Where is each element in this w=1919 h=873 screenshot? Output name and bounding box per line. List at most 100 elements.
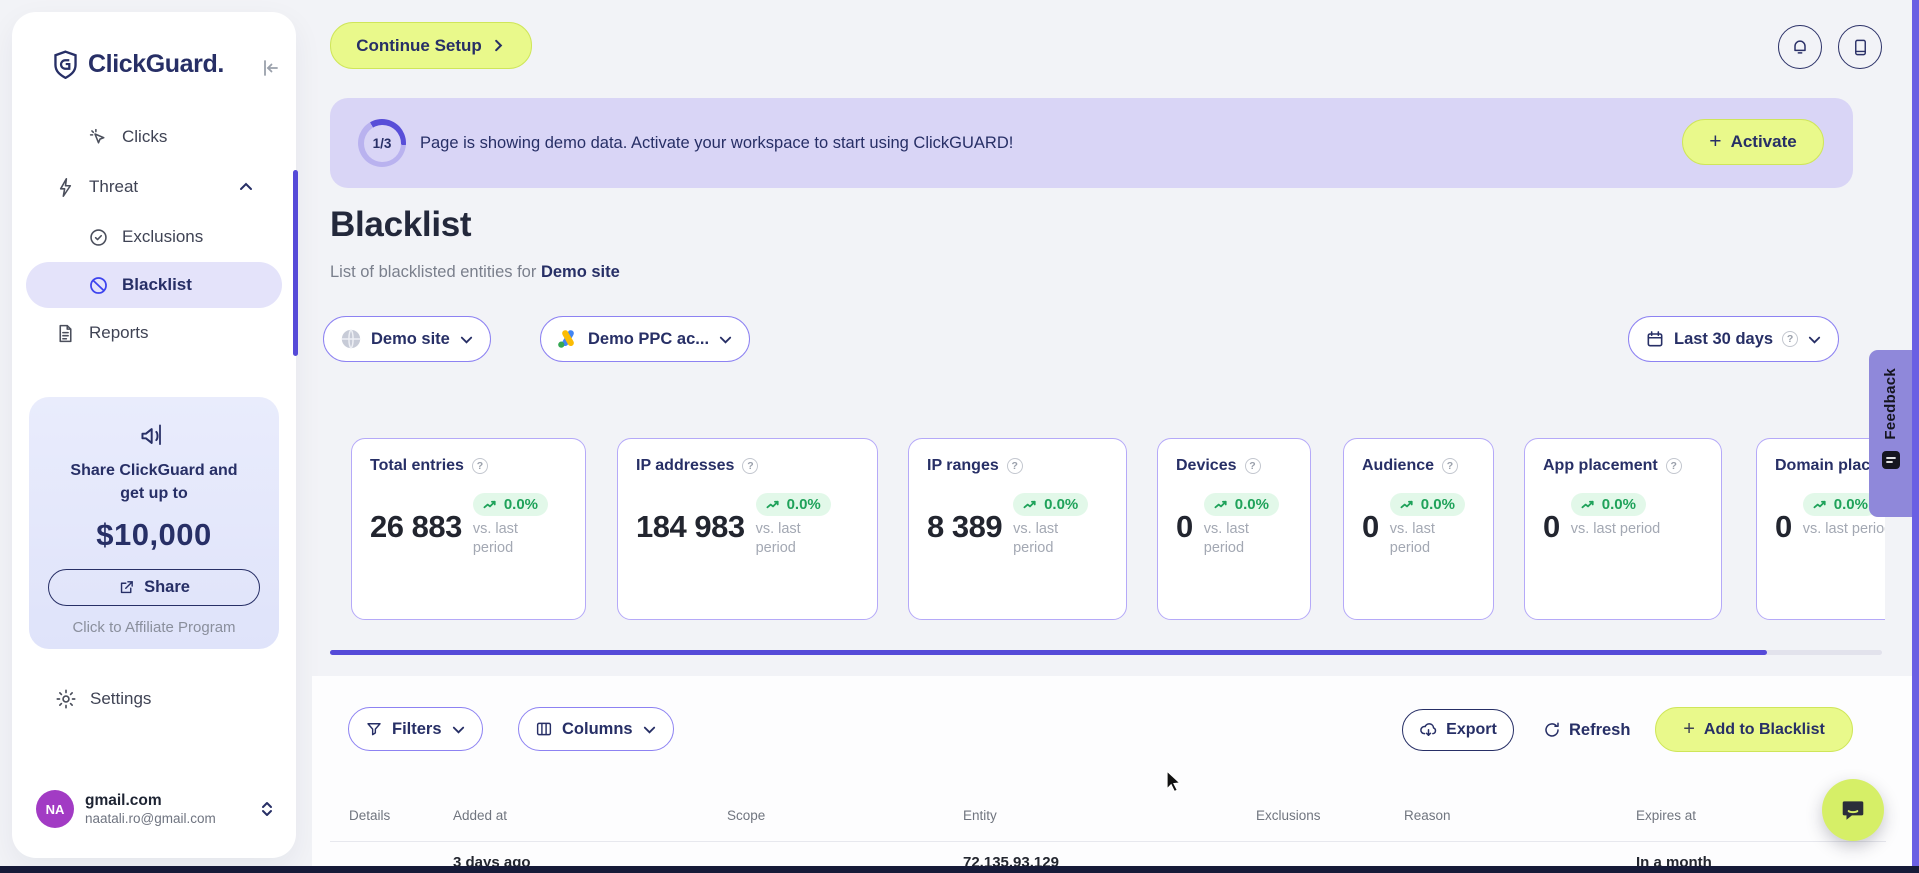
stat-label: IP ranges [927, 457, 999, 474]
sidebar-item-clicks[interactable]: Clicks [12, 112, 296, 162]
stat-label: App placement [1543, 457, 1658, 474]
stat-vs-label: vs. last period [1389, 521, 1435, 556]
col-scope[interactable]: Scope [727, 808, 963, 823]
stat-vs-label: vs. last period [755, 521, 801, 556]
chevron-down-icon [451, 722, 466, 737]
sidebar-item-blacklist[interactable]: Blacklist [26, 262, 282, 308]
promo-amount: $10,000 [96, 517, 212, 553]
stat-value: 26 883 [370, 509, 462, 544]
plus-icon: + [1709, 130, 1722, 153]
filters-label: Filters [392, 719, 442, 738]
help-icon[interactable]: ? [1665, 458, 1682, 474]
stat-value: 0 [1362, 509, 1379, 544]
date-range-selector[interactable]: Last 30 days ? [1628, 316, 1840, 362]
share-button[interactable]: Share [48, 569, 260, 607]
stat-card-audience: Audience ? 0 0.0% vs. last period [1343, 438, 1494, 620]
cursor-click-icon [88, 127, 109, 148]
sidebar-item-reports[interactable]: Reports [12, 308, 296, 358]
stat-card-ip-ranges: IP ranges ? 8 389 0.0% vs. last period [908, 438, 1127, 620]
help-icon[interactable]: ? [742, 458, 759, 474]
ban-icon [88, 275, 109, 296]
trending-up-icon [1023, 500, 1036, 508]
sidebar-collapse-icon[interactable] [258, 56, 284, 82]
badge-check-icon [88, 227, 109, 248]
sidebar-scrollbar[interactable] [293, 170, 298, 356]
sidebar-item-threat[interactable]: Threat [12, 162, 296, 212]
site-selector[interactable]: Demo site [323, 316, 491, 362]
stat-label: Devices [1176, 457, 1237, 474]
col-details[interactable]: Details [349, 808, 453, 823]
page-subtitle: List of blacklisted entities for Demo si… [330, 263, 620, 281]
col-exclusions[interactable]: Exclusions [1256, 808, 1404, 823]
trending-up-icon [483, 500, 496, 508]
sidebar-item-label: Clicks [122, 127, 168, 146]
trending-up-icon [1813, 500, 1826, 508]
table-header-row: Details Added at Scope Entity Exclusions… [349, 808, 1806, 823]
affiliate-promo-card[interactable]: Share ClickGuard and get up to $10,000 S… [29, 397, 279, 649]
ppc-account-selector[interactable]: Demo PPC ac... [540, 316, 751, 362]
stat-card-total-entries: Total entries ? 26 883 0.0% vs. last per… [351, 438, 586, 620]
report-document-icon [55, 323, 76, 344]
chevron-down-icon [1807, 332, 1822, 347]
book-icon [1851, 38, 1870, 57]
feedback-tab[interactable]: Feedback [1869, 350, 1912, 517]
chat-bubble-icon [1840, 797, 1866, 823]
help-icon[interactable]: ? [1442, 458, 1459, 474]
sidebar-item-exclusions[interactable]: Exclusions [12, 212, 296, 262]
stat-card-app-placement: App placement ? 0 0.0% vs. last period [1524, 438, 1722, 620]
col-reason[interactable]: Reason [1404, 808, 1636, 823]
funnel-icon [365, 720, 383, 738]
col-expires-at[interactable]: Expires at [1636, 808, 1806, 823]
filters-dropdown[interactable]: Filters [348, 707, 483, 751]
col-added-at[interactable]: Added at [453, 808, 727, 823]
add-to-blacklist-button[interactable]: + Add to Blacklist [1655, 707, 1853, 752]
refresh-button[interactable]: Refresh [1543, 709, 1630, 751]
setup-progress-ring: 1/3 [358, 119, 406, 167]
avatar: NA [36, 790, 74, 828]
trend-badge: 0.0% [1389, 493, 1465, 516]
stat-card-ip-addresses: IP addresses ? 184 983 0.0% vs. last per… [617, 438, 878, 620]
cards-scrollbar-thumb[interactable] [330, 650, 1767, 655]
trending-up-icon [1581, 500, 1594, 508]
plus-icon: + [1683, 718, 1695, 740]
chevron-up-icon[interactable] [238, 179, 254, 195]
col-entity[interactable]: Entity [963, 808, 1256, 823]
sidebar-item-settings[interactable]: Settings [55, 688, 151, 710]
notifications-button[interactable] [1778, 25, 1822, 69]
trend-badge: 0.0% [1570, 493, 1646, 516]
trending-up-icon [766, 500, 779, 508]
stat-vs-label: vs. last period [1570, 521, 1661, 537]
google-ads-icon [557, 329, 579, 349]
stat-vs-label: vs. last period [1802, 521, 1885, 537]
site-selector-value: Demo site [371, 329, 450, 348]
stat-vs-label: vs. last period [472, 521, 518, 556]
docs-button[interactable] [1838, 25, 1882, 69]
help-icon[interactable]: ? [471, 458, 488, 474]
chat-launcher-button[interactable] [1822, 779, 1884, 841]
stat-value: 8 389 [927, 509, 1003, 544]
chevron-down-icon [642, 722, 657, 737]
stat-card-domain-placement: Domain placement 0 0.0% vs. last period [1756, 438, 1885, 620]
workspace-switcher[interactable]: NA gmail.com naatali.ro@gmail.com [36, 790, 274, 828]
export-button[interactable]: Export [1402, 709, 1514, 751]
table-header-divider [330, 841, 1886, 842]
continue-setup-button[interactable]: Continue Setup [330, 22, 532, 69]
page-title: Blacklist [330, 205, 472, 244]
stat-label: IP addresses [636, 457, 735, 474]
table-panel [312, 676, 1912, 866]
sidebar-item-label: Threat [89, 177, 139, 196]
stat-value: 0 [1176, 509, 1193, 544]
banner-message: Page is showing demo data. Activate your… [420, 133, 1014, 152]
stat-label: Total entries [370, 457, 464, 474]
brand-logo[interactable]: ClickGuard. [52, 50, 224, 79]
activate-button[interactable]: + Activate [1682, 119, 1824, 165]
columns-label: Columns [562, 719, 633, 738]
cards-scrollbar-track [330, 650, 1882, 655]
stat-value: 0 [1775, 509, 1792, 544]
help-icon[interactable]: ? [1006, 458, 1023, 474]
columns-dropdown[interactable]: Columns [518, 707, 674, 751]
stat-vs-label: vs. last period [1203, 521, 1249, 556]
page-scrollbar[interactable] [1912, 0, 1919, 866]
setup-progress-text: 1/3 [363, 124, 401, 162]
help-icon[interactable]: ? [1244, 458, 1261, 474]
